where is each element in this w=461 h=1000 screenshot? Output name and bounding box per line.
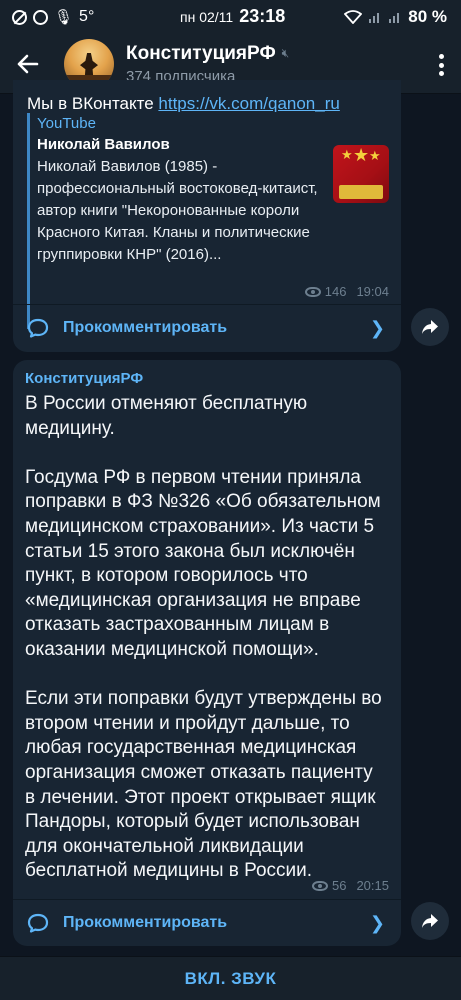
message-bubble[interactable]: КонституцияРФ В России отменяют бесплатн… — [13, 360, 401, 946]
microphone-icon: 🎙︎ — [54, 9, 74, 26]
eye-icon — [304, 286, 321, 297]
preview-thumbnail[interactable]: ★ ★ ★ — [333, 145, 389, 203]
message-cut-text: Мы в ВКонтакте https://vk.com/qanon_ru — [27, 94, 387, 112]
comment-icon — [27, 913, 49, 933]
channel-title: КонституцияРФ — [126, 42, 276, 64]
menu-dot — [438, 62, 444, 68]
star-icon: ★ — [369, 148, 381, 163]
view-count: 56 — [331, 878, 347, 893]
share-button[interactable] — [411, 902, 449, 940]
message-time: 20:15 — [356, 878, 389, 893]
title-row: КонституцияРФ 🔇︎ — [126, 43, 289, 65]
status-bar: 🎙︎ 5° пн 02/11 23:18 80 % — [0, 0, 461, 34]
preview-site: YouTube — [37, 115, 96, 132]
comment-button[interactable]: Прокомментировать ❯ — [13, 305, 401, 351]
chevron-right-icon: ❯ — [369, 912, 385, 933]
message-time: 19:04 — [356, 284, 389, 299]
menu-dot — [438, 71, 444, 76]
comment-label: Прокомментировать — [63, 914, 228, 931]
battery-level: 80 % — [408, 7, 447, 26]
chevron-right-icon: ❯ — [369, 317, 385, 338]
status-time: 23:18 — [239, 6, 286, 26]
star-icon: ★ — [353, 145, 370, 165]
mute-icon: 🔇︎ — [281, 46, 290, 60]
signal-2-icon — [389, 13, 400, 23]
share-icon — [422, 320, 438, 334]
status-left: 🎙︎ 5° — [12, 8, 94, 26]
preview-description: Николай Вавилов (1985) - профессиональны… — [37, 158, 318, 263]
message-meta: 56 20:15 — [311, 878, 389, 893]
more-vert-icon[interactable] — [435, 50, 447, 80]
comment-label: Прокомментировать — [63, 319, 228, 336]
star-icon: ★ — [341, 147, 353, 162]
comment-button[interactable]: Прокомментировать ❯ — [13, 900, 401, 946]
bottom-bar: ВКЛ. ЗВУК — [0, 956, 461, 1000]
share-icon — [422, 914, 438, 928]
back-arrow-icon — [17, 54, 39, 73]
unmute-button[interactable]: ВКЛ. ЗВУК — [185, 969, 277, 989]
wifi-icon — [344, 10, 363, 24]
share-button[interactable] — [411, 308, 449, 346]
status-clock: пн 02/11 23:18 — [180, 6, 285, 27]
status-right: 80 % — [344, 7, 447, 27]
cut-text-label: Мы в ВКонтакте — [27, 94, 159, 112]
message-bubble[interactable]: Мы в ВКонтакте https://vk.com/qanon_ru Y… — [13, 80, 401, 352]
emblem-base — [339, 185, 383, 199]
vk-link[interactable]: https://vk.com/qanon_ru — [158, 94, 339, 112]
message-text: В России отменяют бесплатную медицину. Г… — [25, 393, 382, 882]
channel-info[interactable]: КонституцияРФ 🔇︎ 374 подписчика — [126, 43, 289, 85]
status-date: пн 02/11 — [180, 9, 234, 25]
eye-icon — [311, 880, 328, 891]
comment-icon — [27, 318, 49, 338]
menu-dot — [438, 54, 444, 59]
message-sender[interactable]: КонституцияРФ — [25, 370, 143, 387]
message-meta: 146 19:04 — [304, 284, 389, 299]
signal-icon — [369, 13, 380, 23]
data-saver-icon — [33, 9, 48, 25]
status-temperature: 5° — [79, 8, 95, 25]
do-not-disturb-icon — [12, 9, 27, 25]
view-count: 146 — [324, 284, 347, 299]
